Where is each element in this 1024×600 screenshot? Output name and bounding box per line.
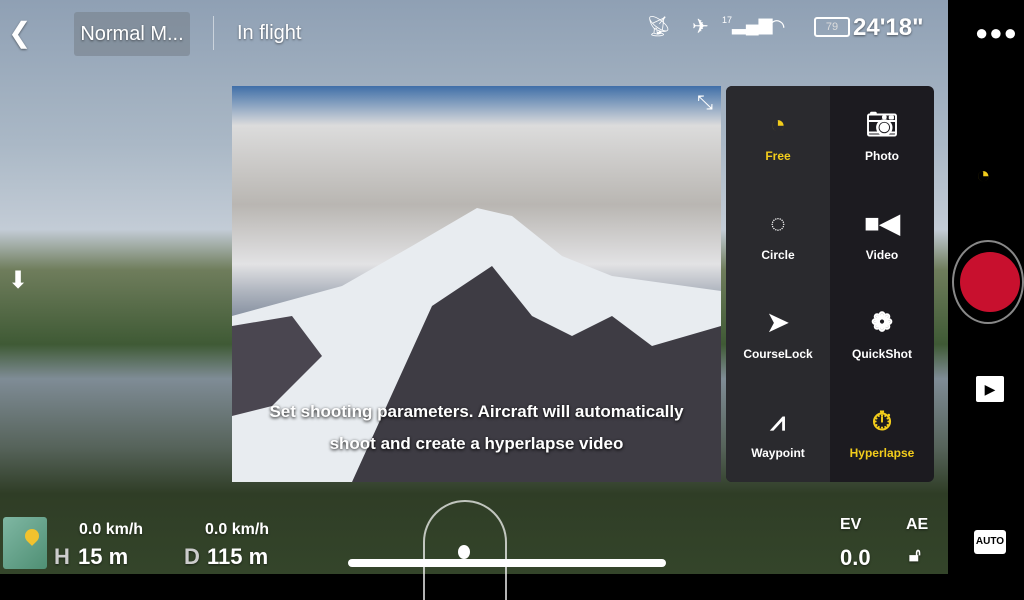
flight-mode-button[interactable]: Normal M... — [74, 12, 190, 56]
flight-time-remaining: 24'18" — [853, 14, 924, 41]
wifi-icon: ◠ — [768, 16, 786, 38]
caption-line-1: Set shooting parameters. Aircraft will a… — [269, 402, 684, 421]
return-home-icon[interactable]: ⬇ — [8, 266, 28, 295]
horizontal-speed: 0.0 km/h — [79, 521, 144, 538]
menu-item-photo[interactable]: 📷︎ Photo — [830, 86, 934, 185]
menu-item-circle[interactable]: ◌ Circle — [726, 185, 830, 284]
battery-icon: 79 — [814, 17, 850, 37]
free-timer-icon: ◔ — [770, 108, 786, 139]
satellite-count: 17 — [722, 15, 733, 25]
menu-item-label: Video — [865, 247, 899, 262]
circle-orbit-icon: ◌ — [770, 207, 786, 238]
map-button[interactable] — [3, 517, 47, 569]
record-dot — [960, 252, 1020, 312]
stopwatch-icon: ⏱︎ — [871, 405, 893, 436]
gps-satellite-icon: ✈︎ — [692, 16, 709, 38]
back-button[interactable]: ❮ — [8, 16, 31, 49]
height-value: 15 m — [78, 544, 129, 569]
aircraft-indicator — [458, 545, 470, 559]
battery-level: 79 — [825, 21, 839, 33]
ae-label: AE — [906, 516, 929, 533]
record-button[interactable] — [952, 240, 1024, 324]
signal-strength-icon: 17▂▄▆ — [722, 14, 773, 34]
distance-value: 115 m — [207, 544, 269, 569]
menu-item-video[interactable]: ■◀ Video — [830, 185, 934, 284]
vertical-speed: 0.0 km/h — [205, 521, 270, 538]
ev-label: EV — [840, 516, 862, 533]
distance-label: D — [184, 544, 200, 569]
menu-item-label: Waypoint — [751, 445, 805, 460]
intelligent-mode-menu: ◔ Free 📷︎ Photo ◌ Circle ■◀ Video ➤ CourseLoc… — [726, 86, 934, 482]
flight-status: In flight — [237, 22, 302, 44]
height-label: H — [54, 544, 70, 569]
menu-item-label: QuickShot — [851, 346, 912, 361]
playback-button[interactable]: ▶ — [976, 376, 1004, 402]
menu-item-waypoint[interactable]: ⩘ Waypoint — [726, 383, 830, 482]
rc-signal-icon: 📡︎ — [646, 16, 672, 38]
courselock-arrow-icon: ➤ — [767, 306, 789, 337]
camera-icon: 📷︎ — [865, 108, 899, 139]
menu-item-label: Circle — [761, 247, 795, 262]
ae-unlock-icon[interactable]: 🔓︎ — [909, 545, 921, 566]
free-timer-icon[interactable]: ◔ — [976, 162, 991, 190]
menu-item-free[interactable]: ◔ Free — [726, 86, 830, 185]
menu-item-label: Free — [765, 148, 791, 163]
menu-item-label: Photo — [865, 148, 899, 163]
collapse-arrows-icon[interactable]: ⤡ — [697, 92, 713, 115]
ev-value[interactable]: 0.0 — [840, 545, 871, 571]
menu-item-quickshot[interactable]: ❁ QuickShot — [830, 284, 934, 383]
caption-line-2: shoot and create a hyperlapse video — [329, 434, 624, 453]
camera-auto-button[interactable]: AUTO — [974, 530, 1006, 554]
menu-item-label: Hyperlapse — [849, 445, 915, 460]
menu-item-hyperlapse[interactable]: ⏱︎ Hyperlapse — [830, 383, 934, 482]
video-camera-icon: ■◀ — [864, 207, 900, 238]
map-pin-icon — [22, 526, 42, 546]
divider — [213, 16, 214, 50]
film-reel-icon: ❁ — [871, 306, 893, 337]
menu-item-label: CourseLock — [743, 346, 813, 361]
menu-item-courselock[interactable]: ➤ CourseLock — [726, 284, 830, 383]
mountain-image — [232, 208, 721, 482]
gimbal-slider[interactable] — [348, 559, 666, 567]
hyperlapse-preview: ⤡ Set shooting parameters. Aircraft will… — [232, 86, 721, 482]
more-dots-icon[interactable]: ●●● — [975, 20, 1018, 46]
waypoint-icon: ⩘ — [770, 405, 786, 436]
